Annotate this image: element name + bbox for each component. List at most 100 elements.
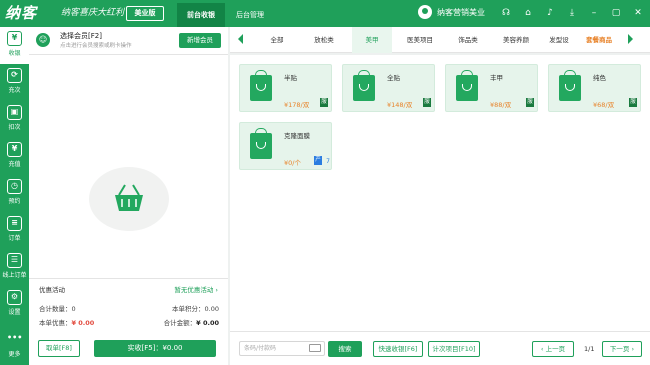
chevron-left-icon[interactable]	[238, 34, 243, 44]
pay-button[interactable]: 实收[F5]：¥0.00	[94, 340, 216, 357]
bottom-bar: 条码/付款码 搜索 快速收银[F6] 计次项目[F10] ‹ 上一页 1/1 下…	[230, 331, 650, 365]
product-card[interactable]: 丰甲 ¥88/双 服	[445, 64, 538, 112]
chevron-right-icon: ›	[629, 345, 635, 353]
sidebar-item-label: 充值	[8, 161, 21, 168]
avatar	[418, 5, 432, 19]
user-name: 纳客营销美业	[437, 7, 485, 17]
user-account[interactable]: 纳客营销美业	[418, 5, 485, 19]
cashier-icon: ¥	[7, 31, 22, 46]
product-grid: 半贴 ¥178/双 服 全贴 ¥148/双 服 丰甲 ¥88/双 服 纯色 ¥6…	[230, 55, 650, 331]
app-slogan: 纳客喜庆大红利	[61, 8, 125, 18]
sidebar-item-label: 充次	[8, 87, 21, 94]
sidebar-item-label: 扣次	[8, 124, 21, 131]
bell-icon[interactable]: ♪	[544, 7, 556, 19]
window-controls: ☊ ⌂ ♪ ⤓ – ▢ ✕	[500, 7, 644, 19]
empty-cart-illustration	[89, 167, 169, 231]
download-icon[interactable]: ⤓	[566, 7, 578, 19]
home-icon[interactable]: ⌂	[522, 7, 534, 19]
minimize-icon[interactable]: –	[588, 7, 600, 19]
product-type-badge: 服	[526, 98, 534, 107]
product-card[interactable]: 克隆面膜 ¥0/个 产 7	[239, 122, 332, 170]
category-bar: 全部 放松类 美甲 医美项目 饰品类 美容养颜 发型设 套餐商品	[230, 27, 650, 53]
close-icon[interactable]: ✕	[632, 7, 644, 19]
qty-label: 合计数量：	[39, 305, 72, 313]
sidebar-item-label: 更多	[8, 351, 21, 358]
member-hint: 点击进行会员搜索或刷卡操作	[60, 43, 132, 49]
discount-label: 本单优惠：	[39, 319, 72, 327]
basket-icon	[115, 184, 143, 211]
tab-front-cashier[interactable]: 前台收银	[177, 3, 225, 27]
top-bar: 纳客 纳客喜庆大红利 美业版 前台收银 后台管理 纳客营销美业 ☊ ⌂ ♪ ⤓ …	[0, 0, 650, 27]
product-name: 纯色	[593, 74, 606, 82]
keyboard-icon[interactable]	[309, 344, 321, 352]
product-name: 全贴	[387, 74, 400, 82]
member-selector[interactable]: ☺ 选择会员[F2] 点击进行会员搜索或刷卡操作 新增会员	[29, 27, 228, 55]
sidebar-item-online-order[interactable]: ☰ 线上订单	[0, 249, 29, 286]
product-price: ¥0/个	[284, 159, 301, 167]
order-icon: ≡	[7, 216, 22, 231]
sidebar-item-settings[interactable]: ⚙ 设置	[0, 286, 29, 323]
recharge-icon: ¥	[7, 142, 22, 157]
more-icon: •••	[7, 333, 23, 342]
sidebar-item-label: 订单	[8, 235, 21, 242]
product-card[interactable]: 半贴 ¥178/双 服	[239, 64, 332, 112]
maximize-icon[interactable]: ▢	[610, 7, 622, 19]
app-logo: 纳客	[5, 4, 38, 22]
prev-page-button[interactable]: ‹ 上一页	[532, 341, 574, 357]
sidebar-item-appointment[interactable]: ◷ 预约	[0, 175, 29, 212]
total-value: ¥ 0.00	[196, 319, 219, 327]
sidebar-item-label: 预约	[8, 198, 21, 205]
category-tab[interactable]: 医美项目	[400, 27, 440, 53]
count-item-button[interactable]: 计次项目[F10]	[428, 341, 480, 357]
sidebar-item-deduct-times[interactable]: ▣ 扣次	[0, 101, 29, 138]
category-tab[interactable]: 美容养颜	[496, 27, 536, 53]
discount-value: ¥ 0.00	[71, 319, 95, 327]
add-member-button[interactable]: 新增会员	[179, 33, 221, 48]
deduct-times-icon: ▣	[7, 105, 22, 120]
tab-back-office[interactable]: 后台管理	[226, 3, 274, 27]
settings-icon: ⚙	[7, 290, 22, 305]
promo-value[interactable]: 暂无优惠活动 ›	[174, 284, 218, 294]
product-card[interactable]: 全贴 ¥148/双 服	[342, 64, 435, 112]
product-name: 克隆面膜	[284, 132, 310, 140]
product-card[interactable]: 纯色 ¥68/双 服	[548, 64, 641, 112]
headset-icon[interactable]: ☊	[500, 7, 512, 19]
next-page-button[interactable]: 下一页 ›	[602, 341, 642, 357]
product-type-badge: 服	[423, 98, 431, 107]
category-tab[interactable]: 饰品类	[448, 27, 488, 53]
product-type-badge: 服	[320, 98, 328, 107]
sidebar-item-more[interactable]: ••• 更多	[0, 328, 29, 365]
shopping-bag-icon	[559, 70, 581, 101]
total-label: 合计金额：	[163, 319, 197, 327]
shopping-bag-icon	[250, 128, 272, 159]
qty-value: 0	[71, 305, 76, 313]
product-stock: 7	[326, 158, 330, 165]
quick-cash-button[interactable]: 快速收银[F6]	[373, 341, 423, 357]
category-tab[interactable]: 发型设	[544, 27, 574, 53]
promo-label: 优惠活动	[39, 286, 65, 294]
product-price: ¥148/双	[387, 101, 413, 109]
sidebar-item-recharge[interactable]: ¥ 充值	[0, 138, 29, 175]
sidebar-item-cashier[interactable]: ¥ 收银	[0, 27, 29, 64]
product-price: ¥178/双	[284, 101, 310, 109]
sidebar-item-order[interactable]: ≡ 订单	[0, 212, 29, 249]
search-button[interactable]: 搜索	[328, 341, 362, 357]
category-tab[interactable]: 美甲	[352, 27, 392, 53]
product-price: ¥88/双	[490, 101, 512, 109]
member-icon: ☺	[36, 33, 50, 47]
category-tab[interactable]: 全部	[257, 27, 297, 53]
points-value: 0.00	[204, 305, 219, 313]
page-indicator: 1/1	[584, 345, 595, 353]
category-tab[interactable]: 放松类	[304, 27, 344, 53]
chevron-right-icon: ›	[215, 286, 218, 294]
product-type-badge: 服	[629, 98, 637, 107]
shopping-bag-icon	[353, 70, 375, 101]
sidebar-item-label: 收银	[8, 50, 21, 57]
category-tab[interactable]: 套餐商品	[580, 27, 618, 53]
take-order-button[interactable]: 取单[F8]	[38, 340, 80, 357]
order-panel: ☺ 选择会员[F2] 点击进行会员搜索或刷卡操作 新增会员 优惠活动 暂无优惠活…	[29, 27, 228, 365]
chevron-right-icon[interactable]	[628, 34, 633, 44]
shopping-bag-icon	[456, 70, 478, 101]
sidebar-item-recharge-times[interactable]: ⟳ 充次	[0, 64, 29, 101]
product-price: ¥68/双	[593, 101, 615, 109]
